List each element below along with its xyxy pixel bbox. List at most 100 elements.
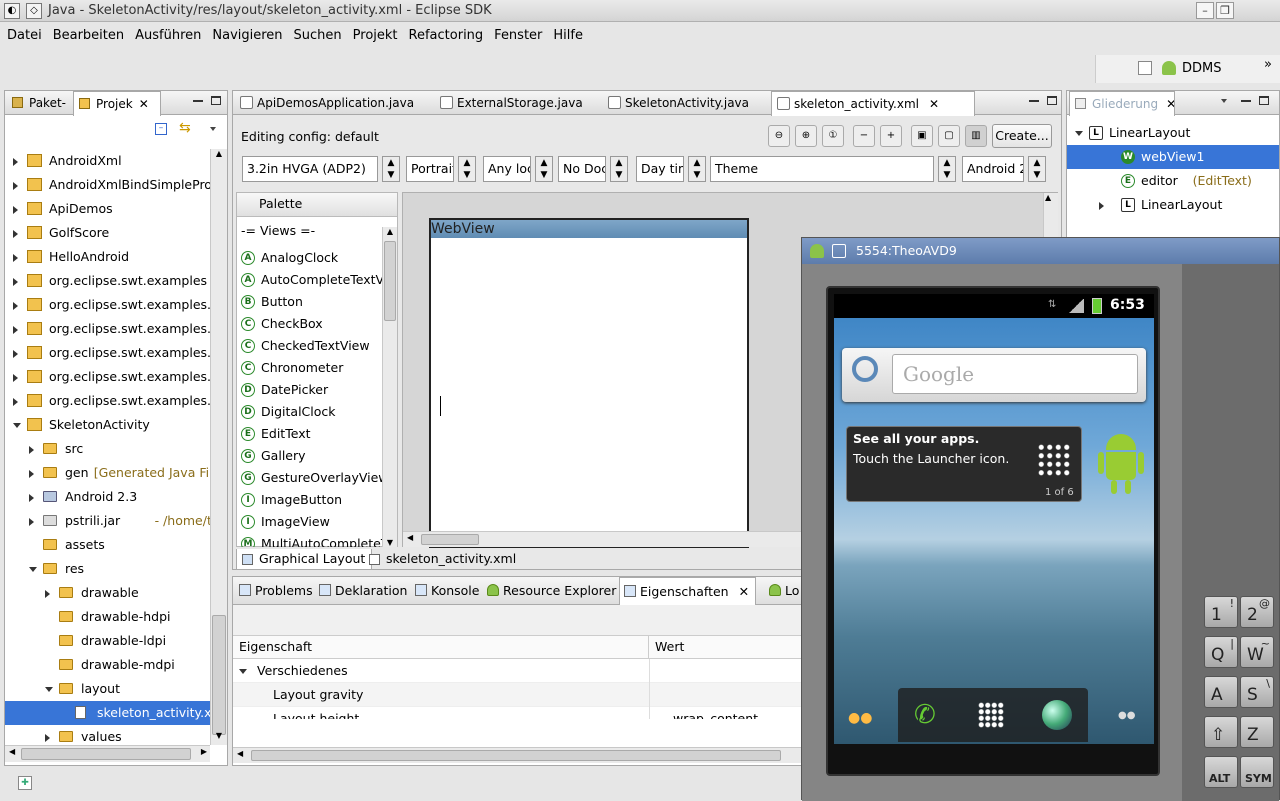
tab-xml-source[interactable]: skeleton_activity.xml bbox=[364, 549, 522, 570]
bottom-tab-2[interactable]: Konsole bbox=[411, 577, 485, 603]
tree-item[interactable]: ApiDemos bbox=[5, 197, 210, 221]
collapsed-arrow-icon[interactable] bbox=[13, 278, 18, 286]
zoom-real-icon[interactable]: ⊕ bbox=[795, 125, 817, 147]
config-combo-4[interactable]: Day tim bbox=[636, 156, 684, 182]
search-icon[interactable] bbox=[852, 356, 878, 382]
palette-item[interactable]: C CheckBox bbox=[237, 313, 383, 335]
tree-item[interactable]: res bbox=[5, 557, 210, 581]
layout-mode-icon[interactable]: ▣ bbox=[911, 125, 933, 147]
outline-item[interactable]: L LinearLayout bbox=[1067, 121, 1279, 145]
keyboard-key[interactable]: W ~ bbox=[1240, 636, 1274, 668]
outline-item[interactable]: L LinearLayout bbox=[1067, 193, 1279, 217]
link-editor-icon[interactable]: ⇆ bbox=[179, 120, 191, 136]
menu-7[interactable]: Fenster bbox=[487, 26, 546, 46]
keyboard-key[interactable]: ALT bbox=[1204, 756, 1238, 788]
palette-item[interactable]: G Gallery bbox=[237, 445, 383, 467]
tree-item[interactable]: org.eclipse.swt.examples bbox=[5, 269, 210, 293]
property-row[interactable]: Verschiedenes bbox=[233, 659, 801, 683]
config-combo-5[interactable]: Theme bbox=[710, 156, 934, 182]
expanded-arrow-icon[interactable] bbox=[239, 669, 247, 674]
bottom-tab-1[interactable]: Deklaration bbox=[315, 577, 413, 603]
phone-icon[interactable]: ✆ bbox=[914, 702, 936, 728]
eclipse-icon[interactable]: ◐ bbox=[4, 3, 20, 19]
editor-tab-0[interactable]: ApiDemosApplication.java bbox=[235, 91, 433, 115]
minimize-view-icon[interactable] bbox=[1241, 100, 1251, 102]
collapsed-arrow-icon[interactable] bbox=[13, 302, 18, 310]
tree-item[interactable]: org.eclipse.swt.examples.pa bbox=[5, 389, 210, 413]
column-value[interactable]: Wert bbox=[649, 636, 684, 658]
palette-item[interactable]: I ImageView bbox=[237, 511, 383, 533]
left-page-indicator-icon[interactable]: ●● bbox=[848, 710, 872, 726]
combo-spinner-icon[interactable]: ▲ ▼ bbox=[938, 156, 956, 182]
outline-item[interactable]: WwebView1 bbox=[1067, 145, 1279, 169]
tab-project-explorer[interactable]: Projek ✕ bbox=[73, 91, 161, 116]
tree-item[interactable]: AndroidXmlBindSimpleProjec bbox=[5, 173, 210, 197]
ddms-perspective-button[interactable]: DDMS bbox=[1182, 61, 1222, 76]
minimize-button[interactable]: – bbox=[1196, 2, 1214, 19]
collapsed-arrow-icon[interactable] bbox=[45, 590, 50, 598]
menu-8[interactable]: Hilfe bbox=[546, 26, 587, 46]
collapsed-arrow-icon[interactable] bbox=[13, 182, 18, 190]
palette-item[interactable]: C Chronometer bbox=[237, 357, 383, 379]
collapsed-arrow-icon[interactable] bbox=[29, 494, 34, 502]
close-icon[interactable]: ✕ bbox=[139, 97, 149, 111]
collapsed-arrow-icon[interactable] bbox=[45, 734, 50, 742]
maximize-view-icon[interactable] bbox=[211, 96, 221, 105]
google-search-input[interactable]: Google bbox=[892, 354, 1138, 394]
close-icon[interactable]: ✕ bbox=[739, 584, 749, 599]
collapsed-arrow-icon[interactable] bbox=[1099, 202, 1104, 210]
palette-item[interactable]: I ImageButton bbox=[237, 489, 383, 511]
maximize-view-icon[interactable] bbox=[1047, 96, 1057, 105]
keyboard-key[interactable]: Z bbox=[1240, 716, 1274, 748]
collapsed-arrow-icon[interactable] bbox=[29, 446, 34, 454]
editor-tab-1[interactable]: ExternalStorage.java bbox=[435, 91, 601, 115]
browser-icon[interactable] bbox=[1042, 700, 1072, 730]
zoom-100-icon[interactable]: ① bbox=[822, 125, 844, 147]
minimize-view-icon[interactable] bbox=[1029, 100, 1039, 102]
tree-item[interactable]: drawable bbox=[5, 581, 210, 605]
open-perspective-icon[interactable] bbox=[1138, 61, 1152, 75]
menu-0[interactable]: Datei bbox=[0, 26, 46, 46]
collapsed-arrow-icon[interactable] bbox=[13, 374, 18, 382]
bottom-tab-5[interactable]: Lo bbox=[765, 577, 805, 603]
properties-hscrollbar[interactable]: ◀ bbox=[233, 747, 801, 763]
editor-tab-3[interactable]: skeleton_activity.xml ✕ bbox=[771, 91, 975, 116]
tree-item[interactable]: values bbox=[5, 725, 210, 745]
tree-item[interactable]: org.eclipse.swt.examples.bro bbox=[5, 293, 210, 317]
bottom-tab-0[interactable]: Problems bbox=[235, 577, 319, 603]
config-combo-0[interactable]: 3.2in HVGA (ADP2) bbox=[242, 156, 378, 182]
pin-icon[interactable]: ◇ bbox=[26, 3, 42, 19]
palette-group-views[interactable]: -= Views =- bbox=[237, 217, 397, 241]
collapsed-arrow-icon[interactable] bbox=[13, 350, 18, 358]
tree-item[interactable]: gen [Generated Java Files bbox=[5, 461, 210, 485]
tree-item[interactable]: drawable-mdpi bbox=[5, 653, 210, 677]
close-icon[interactable]: ✕ bbox=[929, 97, 939, 111]
tree-item[interactable]: SkeletonActivity bbox=[5, 413, 210, 437]
combo-spinner-icon[interactable]: ▲ ▼ bbox=[610, 156, 628, 182]
collapsed-arrow-icon[interactable] bbox=[13, 230, 18, 238]
config-combo-1[interactable]: Portrait bbox=[406, 156, 454, 182]
outline-mode-icon[interactable]: ▢ bbox=[938, 125, 960, 147]
property-row[interactable]: Layout height wrap_content bbox=[233, 707, 801, 719]
menu-4[interactable]: Suchen bbox=[287, 26, 346, 46]
tree-item[interactable]: drawable-hdpi bbox=[5, 605, 210, 629]
keyboard-key[interactable]: 1! bbox=[1204, 596, 1238, 628]
collapsed-arrow-icon[interactable] bbox=[13, 326, 18, 334]
keyboard-key[interactable]: SYM bbox=[1240, 756, 1274, 788]
menu-6[interactable]: Refactoring bbox=[402, 26, 488, 46]
tree-item[interactable]: Android 2.3 bbox=[5, 485, 210, 509]
column-property[interactable]: Eigenschaft bbox=[233, 636, 649, 658]
palette-item[interactable]: D DigitalClock bbox=[237, 401, 383, 423]
combo-spinner-icon[interactable]: ▲ ▼ bbox=[458, 156, 476, 182]
tree-item[interactable]: skeleton_activity.xm bbox=[5, 701, 210, 725]
device-screen[interactable]: WebView bbox=[429, 218, 749, 548]
menu-2[interactable]: Ausführen bbox=[128, 26, 205, 46]
collapsed-arrow-icon[interactable] bbox=[29, 518, 34, 526]
tab-outline[interactable]: Gliederung✕ bbox=[1069, 91, 1175, 116]
tree-item[interactable]: HelloAndroid bbox=[5, 245, 210, 269]
combo-spinner-icon[interactable]: ▲ ▼ bbox=[382, 156, 400, 182]
zoom-out-icon[interactable]: − bbox=[853, 125, 875, 147]
create-config-button[interactable]: Create... bbox=[992, 124, 1052, 148]
config-combo-2[interactable]: Any loc bbox=[483, 156, 531, 182]
collapsed-arrow-icon[interactable] bbox=[13, 398, 18, 406]
